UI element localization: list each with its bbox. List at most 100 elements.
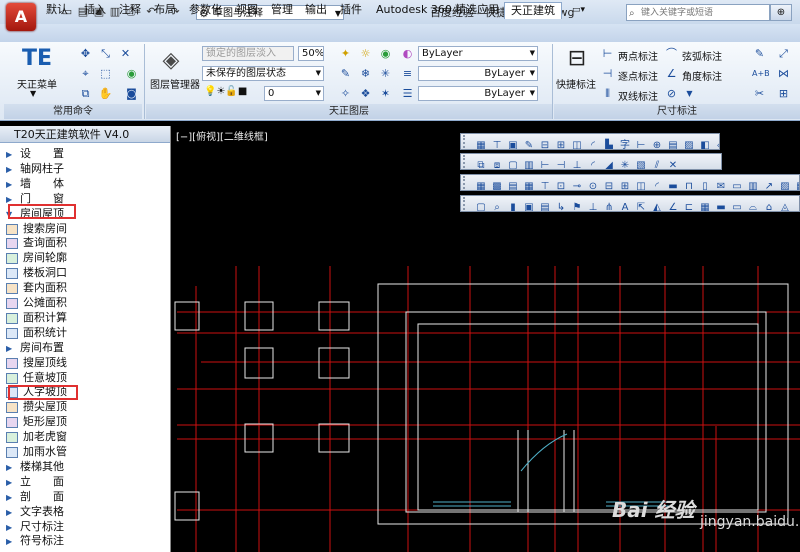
tag-icon[interactable]: ⊏: [682, 201, 696, 211]
tab-tangent-architecture[interactable]: 天正建筑: [504, 2, 562, 19]
opening-icon[interactable]: ▬: [666, 180, 680, 190]
prop-icon[interactable]: ◈: [714, 139, 719, 149]
panel-item[interactable]: ▶ 设 置: [6, 146, 166, 161]
quick-dimension-button[interactable]: 快捷标注: [556, 76, 596, 91]
layer-manager-button[interactable]: 图层管理器: [150, 76, 200, 91]
search-icon[interactable]: ⌕: [490, 201, 504, 211]
layer-iso-icon[interactable]: ◉: [378, 46, 393, 61]
area-icon[interactable]: ▩: [490, 180, 504, 190]
angle-dimension-button[interactable]: 角度标注: [682, 68, 722, 83]
stair-icon[interactable]: ▙: [602, 139, 616, 149]
stack-icon[interactable]: ▤: [506, 180, 520, 190]
layer-state-select[interactable]: 未保存的图层状态 ▼: [202, 66, 324, 81]
panel-item[interactable]: ▶ 尺寸标注: [6, 519, 166, 534]
text-a-icon[interactable]: A: [618, 201, 632, 211]
pen-icon[interactable]: ✎: [522, 139, 536, 149]
layer-fade-toggle[interactable]: 锁定的图层淡入: [202, 46, 294, 61]
move-icon[interactable]: ✥: [78, 46, 93, 61]
dim-edit-icon[interactable]: ✎: [752, 46, 767, 61]
layer-lock-icon[interactable]: ✧: [338, 86, 353, 101]
color-select[interactable]: ByLayer ▼: [418, 46, 538, 61]
layer-delete-icon[interactable]: ✶: [378, 86, 393, 101]
panel-item[interactable]: 公摊面积: [6, 295, 166, 310]
close-icon[interactable]: ✕: [666, 159, 680, 169]
axis-icon[interactable]: ⊤: [490, 139, 504, 149]
point-icon[interactable]: ⊙: [586, 180, 600, 190]
tab-annotate[interactable]: 注释: [113, 2, 147, 18]
offset-icon[interactable]: ▢: [506, 159, 520, 169]
panel-item[interactable]: 面积计算: [6, 310, 166, 325]
dim-merge-icon[interactable]: ⋈: [776, 66, 791, 81]
file-icon[interactable]: ▢: [474, 201, 488, 211]
arc-dimension-button[interactable]: 弦弧标注: [682, 48, 722, 63]
panel-item[interactable]: ▶ 轴网柱子: [6, 161, 166, 176]
door-icon[interactable]: ◫: [634, 180, 648, 190]
panel-item[interactable]: 搜索房间: [6, 221, 166, 236]
tree-icon[interactable]: ⊥: [586, 201, 600, 211]
link-icon[interactable]: ⊸: [570, 180, 584, 190]
fade-value-field[interactable]: 50%: [298, 46, 324, 61]
measure-icon[interactable]: ⌓: [746, 201, 760, 211]
bulb-icon[interactable]: ✦: [338, 46, 353, 61]
mountain-icon[interactable]: ◭: [650, 201, 664, 211]
tab-output[interactable]: 输出: [299, 2, 333, 18]
bay-icon[interactable]: ⊓: [682, 180, 696, 190]
picture-icon[interactable]: ▣: [522, 201, 536, 211]
layer-icon[interactable]: ◧: [698, 139, 712, 149]
floating-toolbar-3[interactable]: ▦▩▤▦⊤⊡⊸⊙⊟⊞◫◜▬⊓▯✉▭▥↗▨▦: [460, 174, 800, 191]
point-by-point-dimension-button[interactable]: 逐点标注: [618, 68, 658, 83]
panel-item[interactable]: ▶ 文字表格: [6, 504, 166, 519]
text-icon[interactable]: 字: [618, 139, 632, 149]
column-icon[interactable]: ⊡: [554, 180, 568, 190]
floating-toolbar-1[interactable]: ▦⊤▣✎⊟⊞◫◜▙字⊢⊕▤▨◧◈: [460, 133, 720, 150]
panel-item[interactable]: 任意坡顶: [6, 370, 166, 385]
tab-plugins[interactable]: 插件: [334, 2, 368, 18]
linetype-select[interactable]: ByLayer ▼: [418, 86, 538, 101]
book-icon[interactable]: ▮: [506, 201, 520, 211]
panel-item[interactable]: 加老虎窗: [6, 429, 166, 444]
slash-icon[interactable]: ⫽: [650, 159, 664, 169]
tab-layout[interactable]: 布局: [148, 2, 182, 18]
circle-target-icon[interactable]: ◉: [124, 66, 139, 81]
floating-toolbar-2[interactable]: ⧉ ⧈ ▢ ▥ ⊢ ⊣ ⊥ ◜ ◢ ✳ ▧ ⫽ ✕: [460, 153, 722, 170]
panel-item[interactable]: 楼板洞口: [6, 265, 166, 280]
panel-item[interactable]: 面积统计: [6, 325, 166, 340]
bar-icon[interactable]: ▬: [714, 201, 728, 211]
tab-view[interactable]: 视图: [230, 2, 264, 18]
arrow-icon[interactable]: ↗: [762, 180, 776, 190]
tab-default[interactable]: 默认: [40, 2, 74, 18]
angle-icon[interactable]: ∠: [666, 201, 680, 211]
panel-item[interactable]: 攒尖屋顶: [6, 399, 166, 414]
symbol-icon[interactable]: ⊕: [650, 139, 664, 149]
stretch-icon[interactable]: ⤡: [98, 46, 113, 61]
layer-freeze-icon[interactable]: ❄: [358, 66, 373, 81]
fillet-icon[interactable]: ◜: [586, 159, 600, 169]
grid-icon[interactable]: ▦: [474, 139, 488, 149]
bar2-icon[interactable]: ▭: [730, 201, 744, 211]
layer-match-icon[interactable]: ✳: [378, 66, 393, 81]
binoculars-icon[interactable]: ⊕: [770, 4, 792, 21]
route-icon[interactable]: ↳: [554, 201, 568, 211]
quick-dimension-icon[interactable]: ⊟: [562, 44, 592, 74]
extend-icon[interactable]: ⊣: [554, 159, 568, 169]
array-icon[interactable]: ▥: [522, 159, 536, 169]
stamp-icon[interactable]: ⌂: [762, 201, 776, 211]
no-entry-icon[interactable]: ⊘: [664, 86, 679, 101]
cursor-icon[interactable]: ⇱: [634, 201, 648, 211]
panel-item[interactable]: ▶ 楼梯其他: [6, 459, 166, 474]
camera-icon[interactable]: ◙: [124, 86, 139, 101]
sun-icon[interactable]: ☼: [358, 46, 373, 61]
double-line-dimension-button[interactable]: 双线标注: [618, 88, 658, 103]
room-icon[interactable]: ▦: [474, 180, 488, 190]
panel-item[interactable]: ▶ 房间布置: [6, 340, 166, 355]
mail-icon[interactable]: ✉: [714, 180, 728, 190]
chamfer-icon[interactable]: ◢: [602, 159, 616, 169]
tab-extra-icon[interactable]: ▭▾: [566, 2, 591, 18]
dim-grid-icon[interactable]: ⊞: [776, 86, 791, 101]
axis-icon[interactable]: ⊤: [538, 180, 552, 190]
mirror-icon[interactable]: ⧈: [490, 159, 504, 169]
tab-autodesk-360[interactable]: Autodesk 360: [370, 2, 458, 18]
grid-icon[interactable]: ▦: [522, 180, 536, 190]
flag-icon[interactable]: ⚑: [570, 201, 584, 211]
gallery-icon[interactable]: ▭: [730, 180, 744, 190]
